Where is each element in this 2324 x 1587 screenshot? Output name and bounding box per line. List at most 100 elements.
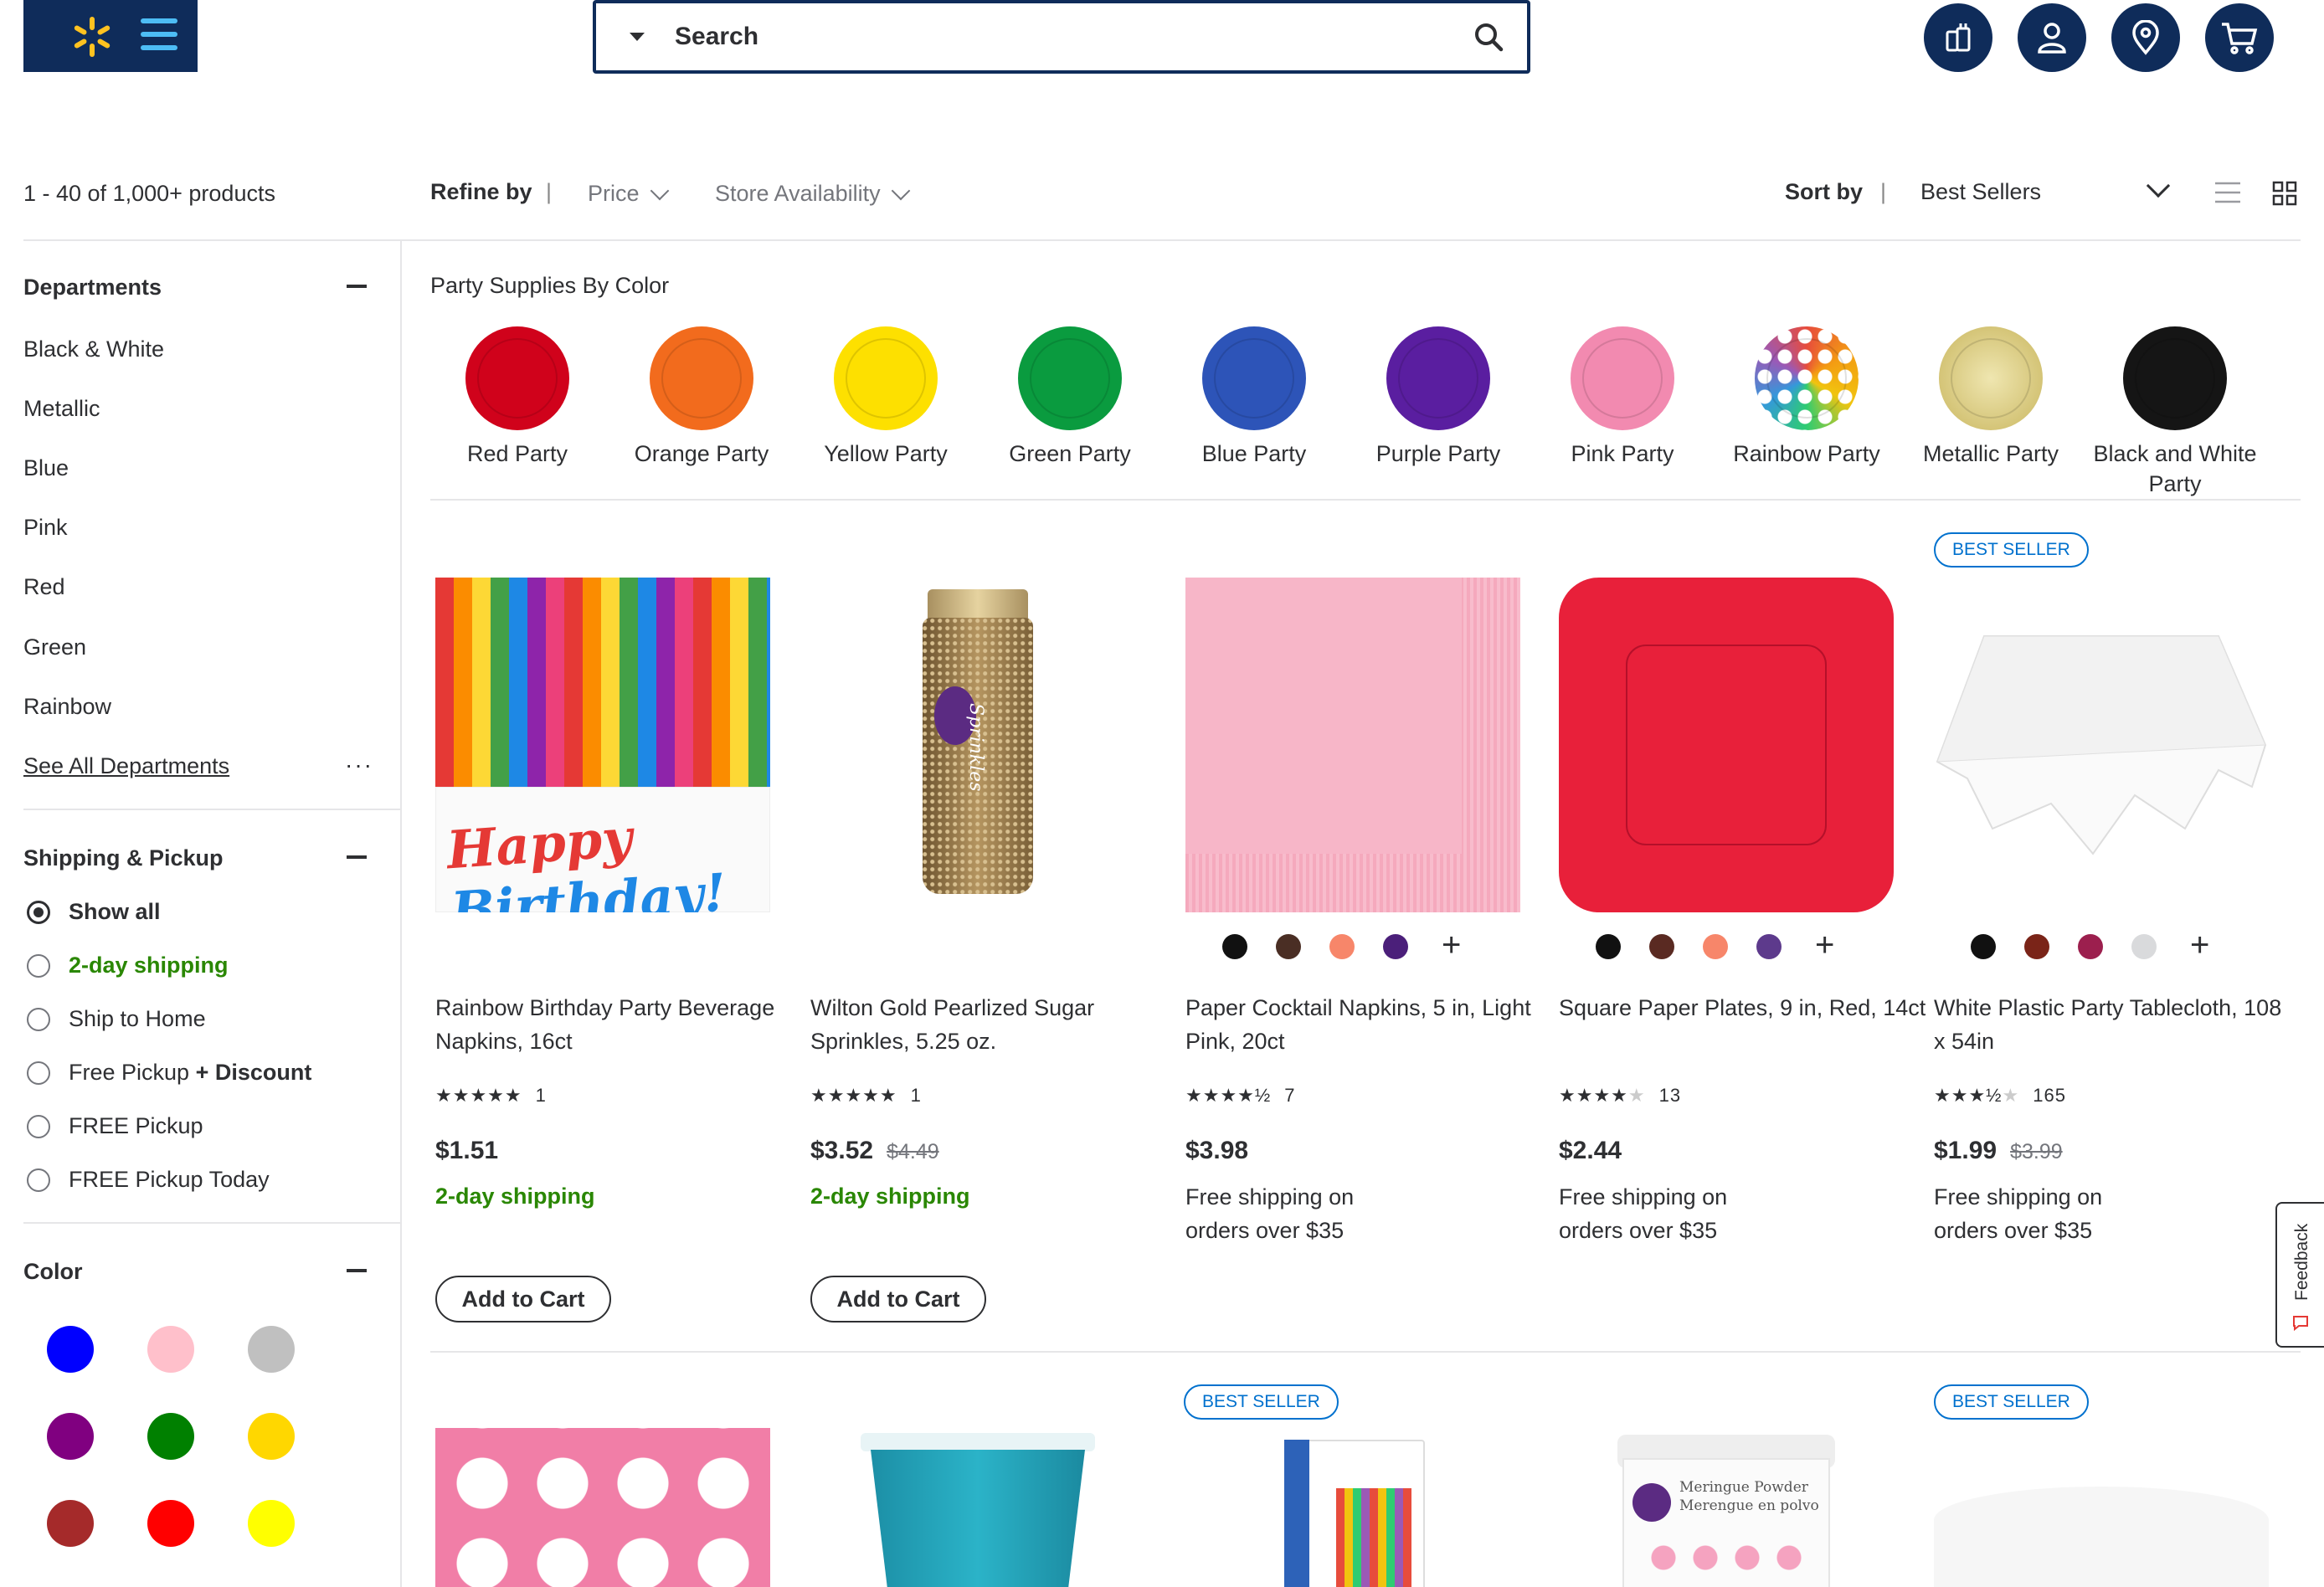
- color-swatch-purple[interactable]: [47, 1413, 94, 1460]
- more-colors-icon[interactable]: +: [2190, 928, 2209, 962]
- color-swatch-yellow[interactable]: [248, 1500, 295, 1547]
- radio-button[interactable]: [27, 1061, 50, 1085]
- color-strip-label[interactable]: Purple Party: [1346, 439, 1530, 469]
- sidebar-item-department[interactable]: Pink: [23, 515, 68, 541]
- color-option-black[interactable]: [1596, 934, 1621, 959]
- color-option-maroon[interactable]: [2024, 934, 2049, 959]
- orange-plate-image[interactable]: [650, 326, 753, 430]
- radio-button[interactable]: [27, 1168, 50, 1192]
- red-plate-image[interactable]: [465, 326, 569, 430]
- price-filter-dropdown[interactable]: Price: [588, 181, 669, 207]
- collapse-shipping-icon[interactable]: [347, 855, 367, 859]
- color-option-black[interactable]: [1222, 934, 1247, 959]
- search-input[interactable]: [675, 12, 1472, 62]
- color-option-coral[interactable]: [1329, 934, 1355, 959]
- color-option-silver[interactable]: [2131, 934, 2157, 959]
- color-strip-label[interactable]: Orange Party: [609, 439, 794, 469]
- pink-plate-image[interactable]: [1571, 326, 1674, 430]
- color-strip-label[interactable]: Red Party: [425, 439, 609, 469]
- store-location-icon[interactable]: [2111, 3, 2180, 72]
- color-option-brown[interactable]: [1649, 934, 1674, 959]
- sidebar-item-department[interactable]: Metallic: [23, 396, 100, 422]
- purple-plate-image[interactable]: [1386, 326, 1490, 430]
- black-plate-image[interactable]: [2123, 326, 2227, 430]
- radio-button[interactable]: [27, 1114, 50, 1138]
- sidebar-item-department[interactable]: Green: [23, 634, 86, 660]
- collapse-departments-icon[interactable]: [347, 285, 367, 288]
- product-title[interactable]: Wilton Gold Pearlized Sugar Sprinkles, 5.…: [810, 991, 1169, 1058]
- color-option-black[interactable]: [1971, 934, 1996, 959]
- collapse-color-icon[interactable]: [347, 1269, 367, 1272]
- yellow-plate-image[interactable]: [834, 326, 938, 430]
- product-image-white-tablecloth[interactable]: [1934, 578, 2269, 912]
- color-option-berry[interactable]: [2078, 934, 2103, 959]
- product-image-pink-polka-napkins[interactable]: [435, 1428, 770, 1587]
- grid-view-icon[interactable]: [2272, 181, 2297, 206]
- color-swatch-blue[interactable]: [47, 1326, 94, 1373]
- feedback-tab[interactable]: Feedback: [2275, 1202, 2324, 1348]
- color-strip-label[interactable]: Blue Party: [1162, 439, 1346, 469]
- product-title[interactable]: Square Paper Plates, 9 in, Red, 14ct: [1559, 991, 1927, 1025]
- color-option-coral[interactable]: [1703, 934, 1728, 959]
- add-to-cart-button[interactable]: Add to Cart: [435, 1276, 611, 1322]
- sidebar-item-department[interactable]: Red: [23, 574, 65, 600]
- color-strip-label[interactable]: Yellow Party: [794, 439, 978, 469]
- color-strip-label[interactable]: Metallic Party: [1899, 439, 2083, 469]
- see-all-departments-link[interactable]: See All Departments: [23, 753, 229, 779]
- blue-plate-image[interactable]: [1202, 326, 1306, 430]
- product-title[interactable]: Paper Cocktail Napkins, 5 in, Light Pink,…: [1185, 991, 1544, 1058]
- radio-button[interactable]: [27, 1007, 50, 1031]
- radio-free-pickup[interactable]: FREE Pickup: [27, 1113, 203, 1139]
- color-option-purple[interactable]: [1383, 934, 1408, 959]
- color-swatch-brown[interactable]: [47, 1500, 94, 1547]
- list-view-icon[interactable]: [2215, 181, 2240, 204]
- more-icon[interactable]: ···: [345, 752, 373, 778]
- color-swatch-pink[interactable]: [147, 1326, 194, 1373]
- product-image-red-square-plates[interactable]: [1559, 578, 1894, 912]
- more-colors-icon[interactable]: +: [1815, 928, 1834, 962]
- color-strip-label[interactable]: Black and White Party: [2083, 439, 2267, 499]
- product-image-meringue-powder[interactable]: Meringue Powder Merengue en polvo: [1559, 1428, 1894, 1587]
- metallic-plate-image[interactable]: [1939, 326, 2043, 430]
- product-image-rainbow-napkins[interactable]: Happy Birthday!: [435, 578, 770, 912]
- department-dropdown-caret-icon[interactable]: [630, 33, 645, 41]
- green-plate-image[interactable]: [1018, 326, 1122, 430]
- radio-ship-to-home[interactable]: Ship to Home: [27, 1006, 206, 1032]
- radio-free-pickup-today[interactable]: FREE Pickup Today: [27, 1167, 270, 1193]
- add-to-cart-button[interactable]: Add to Cart: [810, 1276, 986, 1322]
- rainbow-plate-image[interactable]: [1755, 326, 1859, 430]
- color-strip-label[interactable]: Rainbow Party: [1715, 439, 1899, 469]
- product-image-gold-sprinkles[interactable]: Sprinkles: [810, 578, 1145, 912]
- sort-select[interactable]: Best Sellers: [1920, 179, 2041, 205]
- product-title[interactable]: White Plastic Party Tablecloth, 108 x 54i…: [1934, 991, 2292, 1058]
- radio-button[interactable]: [27, 953, 50, 978]
- product-image-pink-napkins[interactable]: [1185, 578, 1520, 912]
- sidebar-item-department[interactable]: Rainbow: [23, 694, 111, 720]
- account-icon[interactable]: [2018, 3, 2086, 72]
- cart-icon[interactable]: [2205, 3, 2274, 72]
- color-strip-label[interactable]: Pink Party: [1530, 439, 1715, 469]
- product-image-candles-box[interactable]: [1185, 1428, 1520, 1587]
- radio-free-pickup-discount[interactable]: Free Pickup + Discount: [27, 1060, 311, 1086]
- color-strip-label[interactable]: Green Party: [978, 439, 1162, 469]
- sidebar-item-department[interactable]: Black & White: [23, 336, 164, 362]
- more-colors-icon[interactable]: +: [1442, 928, 1461, 962]
- color-swatch-red[interactable]: [147, 1500, 194, 1547]
- search-icon[interactable]: [1472, 20, 1505, 54]
- product-image-teal-cup[interactable]: [810, 1428, 1145, 1587]
- product-image-white-tablecover[interactable]: [1934, 1428, 2269, 1587]
- color-swatch-gold[interactable]: [248, 1413, 295, 1460]
- chevron-down-icon[interactable]: [2146, 173, 2171, 198]
- radio-show-all[interactable]: Show all: [27, 899, 161, 925]
- color-swatch-green[interactable]: [147, 1413, 194, 1460]
- color-option-purple[interactable]: [1756, 934, 1782, 959]
- menu-icon[interactable]: [141, 18, 177, 54]
- sidebar-item-department[interactable]: Blue: [23, 455, 69, 481]
- color-option-brown[interactable]: [1276, 934, 1301, 959]
- store-availability-dropdown[interactable]: Store Availability: [715, 181, 910, 207]
- product-title[interactable]: Rainbow Birthday Party Beverage Napkins, …: [435, 991, 794, 1058]
- reorder-icon[interactable]: [1924, 3, 1992, 72]
- radio-button[interactable]: [27, 900, 50, 924]
- color-swatch-silver[interactable]: [248, 1326, 295, 1373]
- radio-2-day-shipping[interactable]: 2-day shipping: [27, 953, 229, 978]
